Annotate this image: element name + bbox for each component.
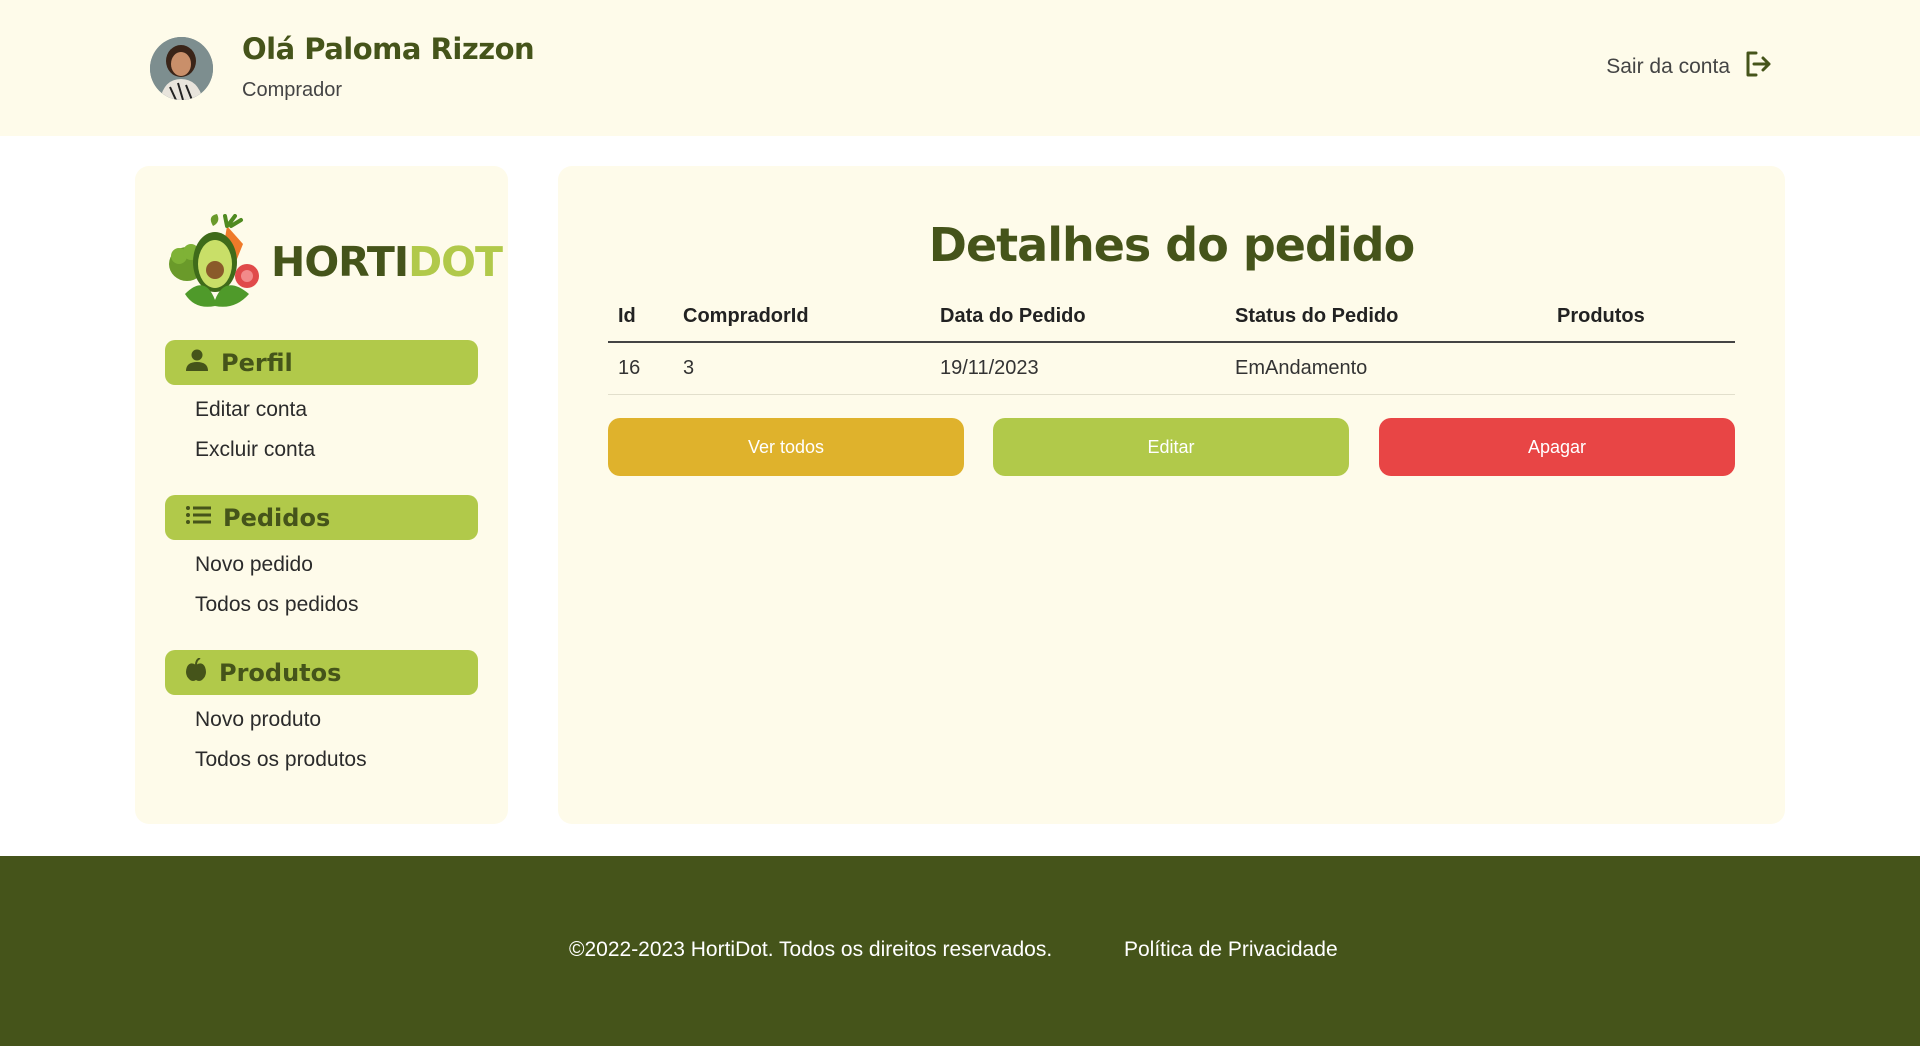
privacy-policy-link[interactable]: Política de Privacidade	[1124, 938, 1338, 962]
hortidot-logo[interactable]: HORTIDOT	[165, 214, 503, 310]
logo-text: HORTIDOT	[271, 238, 503, 286]
order-table: Id CompradorId Data do Pedido Status do …	[608, 292, 1735, 395]
person-icon	[185, 348, 209, 377]
cell-compradorid: 3	[673, 342, 930, 395]
order-details-panel: Detalhes do pedido Id CompradorId Data d…	[558, 166, 1785, 824]
greeting-text: Olá Paloma Rizzon	[242, 32, 535, 66]
logout-icon	[1744, 50, 1772, 84]
logout-button[interactable]: Sair da conta	[1606, 50, 1772, 84]
sidebar-item-todos-os-produtos[interactable]: Todos os produtos	[195, 748, 367, 772]
avatar	[150, 37, 213, 100]
edit-button[interactable]: Editar	[993, 418, 1349, 476]
cell-produtos	[1547, 342, 1735, 395]
column-header-compradorid: CompradorId	[673, 292, 930, 343]
delete-button[interactable]: Apagar	[1379, 418, 1735, 476]
cell-status: EmAndamento	[1225, 342, 1547, 395]
table-header-row: Id CompradorId Data do Pedido Status do …	[608, 292, 1735, 343]
sidebar: HORTIDOT Perfil Editar conta Excluir con…	[135, 166, 508, 824]
sidebar-item-novo-produto[interactable]: Novo produto	[195, 708, 321, 732]
footer-copyright: ©2022-2023 HortiDot. Todos os direitos r…	[569, 938, 1053, 961]
column-header-id: Id	[608, 292, 673, 343]
top-bar: Olá Paloma Rizzon Comprador Sair da cont…	[0, 0, 1920, 136]
apple-icon	[185, 657, 207, 687]
sidebar-section-perfil[interactable]: Perfil	[165, 340, 478, 385]
sidebar-item-editar-conta[interactable]: Editar conta	[195, 398, 307, 422]
table-row: 16 3 19/11/2023 EmAndamento	[608, 342, 1735, 395]
sidebar-section-produtos[interactable]: Produtos	[165, 650, 478, 695]
sidebar-item-todos-os-pedidos[interactable]: Todos os pedidos	[195, 593, 358, 617]
cell-id: 16	[608, 342, 673, 395]
vegetables-logo-icon	[169, 214, 259, 307]
user-role: Comprador	[242, 79, 343, 101]
page-title: Detalhes do pedido	[928, 218, 1415, 272]
sidebar-section-pedidos[interactable]: Pedidos	[165, 495, 478, 540]
footer: ©2022-2023 HortiDot. Todos os direitos r…	[0, 856, 1920, 1046]
sidebar-section-label: Produtos	[219, 658, 342, 687]
column-header-produtos: Produtos	[1547, 292, 1735, 343]
sidebar-section-label: Perfil	[221, 348, 293, 377]
sidebar-item-excluir-conta[interactable]: Excluir conta	[195, 438, 315, 462]
sidebar-item-novo-pedido[interactable]: Novo pedido	[195, 553, 313, 577]
sidebar-section-label: Pedidos	[223, 503, 331, 532]
cell-data: 19/11/2023	[930, 342, 1225, 395]
view-all-button[interactable]: Ver todos	[608, 418, 964, 476]
logout-label: Sair da conta	[1606, 55, 1730, 78]
column-header-data: Data do Pedido	[930, 292, 1225, 343]
list-icon	[185, 504, 211, 531]
column-header-status: Status do Pedido	[1225, 292, 1547, 343]
